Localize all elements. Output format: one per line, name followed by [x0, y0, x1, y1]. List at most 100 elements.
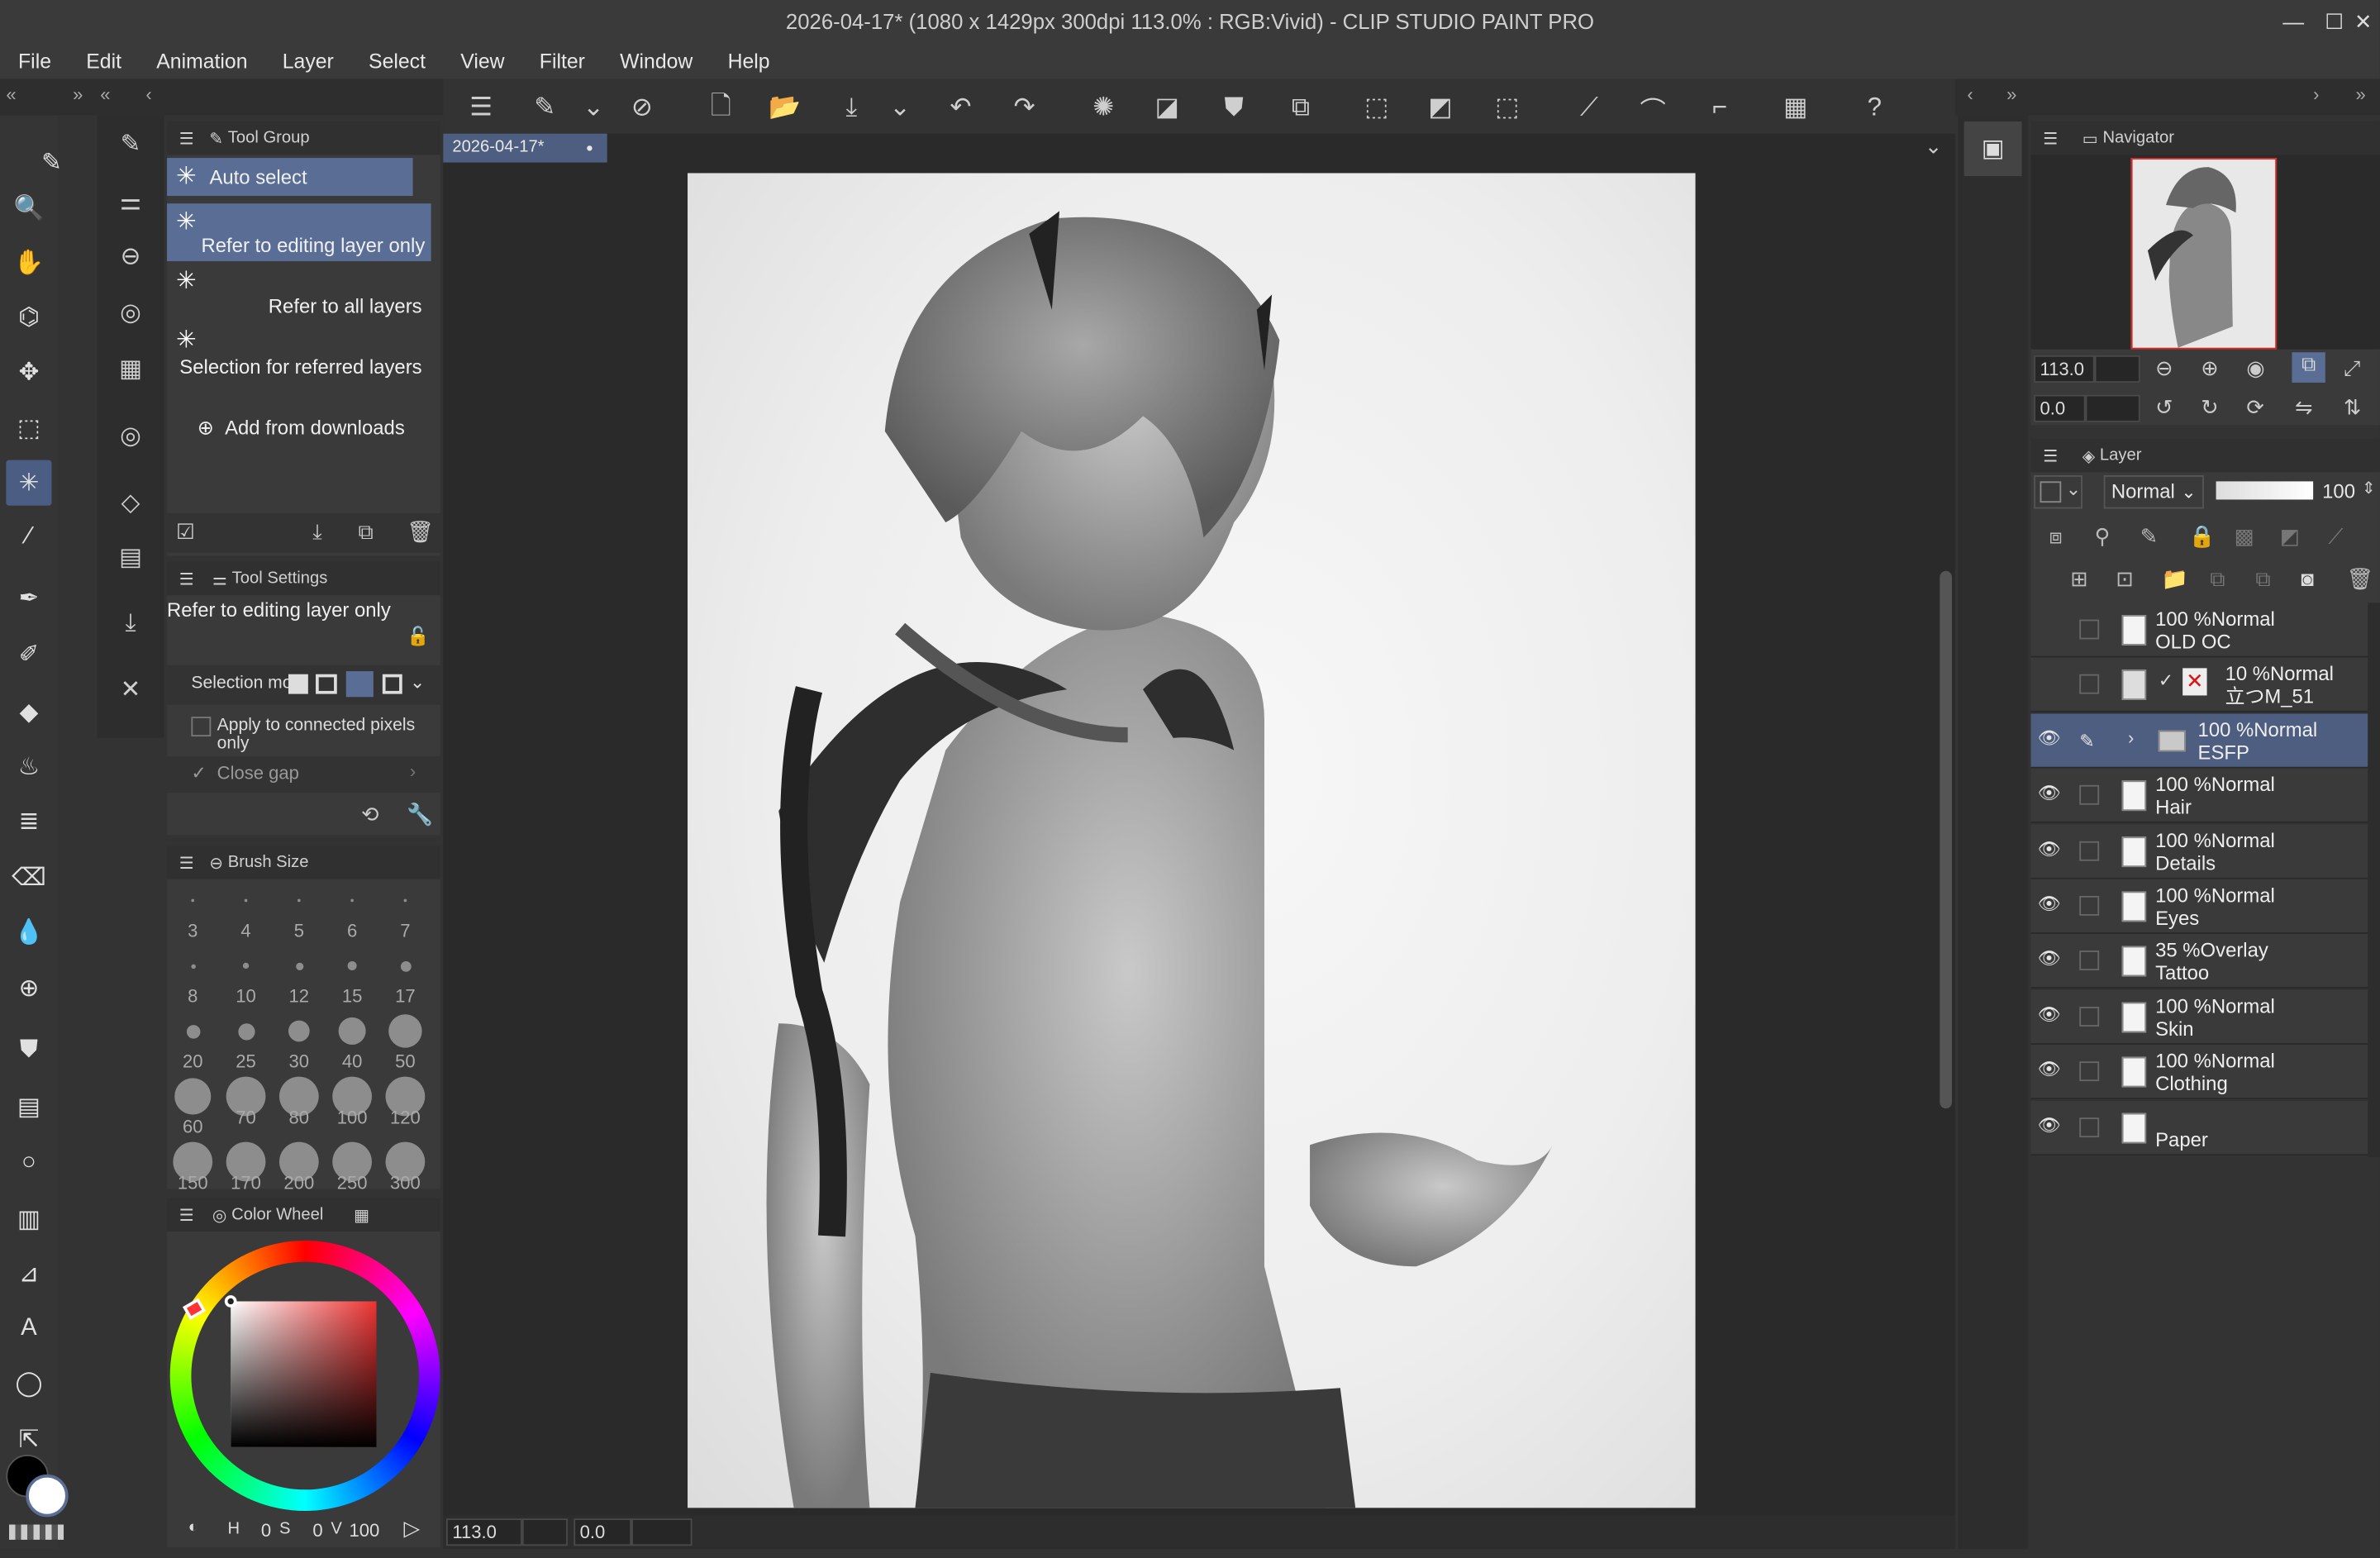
tool-property-icon[interactable]: ✎: [528, 91, 561, 124]
subtool-refer-all[interactable]: Refer to all layers: [167, 264, 434, 322]
hand-icon[interactable]: ✋: [6, 240, 51, 285]
sub-tool-settings-icon[interactable]: ⚌: [107, 179, 153, 225]
collapse-icon[interactable]: «: [100, 83, 110, 105]
blend-icon[interactable]: 💧: [6, 909, 51, 955]
subtool-auto-select[interactable]: Auto select: [167, 158, 413, 196]
chevron-right-icon[interactable]: ›: [410, 760, 416, 782]
sub-tool-layer-property-icon[interactable]: ▤: [107, 535, 153, 580]
subtool-refer-editing[interactable]: Refer to editing layer only: [167, 203, 431, 261]
refresh-icon[interactable]: ⊘: [626, 91, 659, 124]
color-slider-tab-icon[interactable]: ▦: [354, 1205, 369, 1225]
brush-size-4[interactable]: 4: [220, 881, 271, 941]
trash-icon[interactable]: 🗑: [2347, 566, 2374, 592]
sub-tool-color-wheel-icon[interactable]: ◎: [107, 290, 153, 336]
blend-mode-select[interactable]: Normal ⌄: [2103, 475, 2204, 509]
vertical-scrollbar[interactable]: [1940, 570, 1952, 1109]
brush-size-10[interactable]: 10: [220, 946, 271, 1007]
brush-size-40[interactable]: 40: [326, 1012, 378, 1072]
fill-selection-icon[interactable]: ◪: [1150, 91, 1183, 124]
new-selection-icon[interactable]: [288, 674, 308, 694]
opacity-value[interactable]: 100: [2322, 480, 2355, 503]
copy-icon[interactable]: ⧉: [358, 519, 373, 545]
wrench-icon[interactable]: 🔧: [407, 802, 433, 827]
layer-row[interactable]: 100 %Normal OLD OC: [2030, 603, 2368, 658]
fill-icon[interactable]: ⛊: [1217, 91, 1250, 124]
expand-selection-icon[interactable]: ⬚: [1491, 91, 1524, 124]
brush-size-250[interactable]: 250: [326, 1141, 378, 1203]
undo-icon[interactable]: ↶: [944, 91, 977, 124]
gradient-icon[interactable]: ▤: [6, 1084, 51, 1130]
figure-icon[interactable]: ○: [6, 1141, 51, 1186]
sub-tool-material-icon[interactable]: ▦: [107, 346, 153, 392]
snap-ruler-icon[interactable]: ⟋: [1573, 91, 1606, 124]
flip-horizontal-icon[interactable]: ⇋: [2295, 395, 2313, 421]
lasso-selection-icon[interactable]: ⬚: [6, 406, 51, 451]
sub-color-swatch[interactable]: [26, 1474, 69, 1518]
zoom-icon[interactable]: 🔍: [6, 185, 51, 231]
navigator-zoom-slider[interactable]: [2094, 355, 2140, 383]
folder-expand-icon[interactable]: ›: [2128, 727, 2134, 749]
new-vector-layer-icon[interactable]: ⊡: [2116, 566, 2134, 592]
sub-tool-download-icon[interactable]: ⤓: [107, 602, 153, 647]
snap-grid-icon[interactable]: ⌐: [1703, 91, 1736, 124]
eraser-icon[interactable]: ⌫: [6, 855, 51, 900]
menu-filter[interactable]: Filter: [521, 50, 602, 73]
rotation-field[interactable]: 0.0: [574, 1518, 632, 1546]
3d-camera-icon[interactable]: ⌬: [6, 294, 51, 340]
visibility-eye-icon[interactable]: 👁: [2037, 727, 2061, 751]
layer-row[interactable]: ✓ ✕ 10 %Normal 立つM_51: [2030, 658, 2368, 713]
collapse-left-icon[interactable]: «: [6, 83, 16, 105]
rotate-right-icon[interactable]: ↻: [2201, 395, 2219, 421]
menu-layer[interactable]: Layer: [264, 50, 350, 73]
new-folder-icon[interactable]: 📁: [2161, 566, 2187, 592]
brush-size-7[interactable]: 7: [379, 881, 431, 941]
visibility-eye-icon[interactable]: [2037, 617, 2061, 641]
lock-transparent-icon[interactable]: ▩: [2235, 524, 2254, 550]
visibility-eye-icon[interactable]: 👁: [2037, 1114, 2061, 1138]
move-icon[interactable]: ✥: [6, 350, 51, 395]
layer-row[interactable]: 👁 100 %Normal Eyes: [2030, 879, 2368, 934]
menu-animation[interactable]: Animation: [138, 50, 264, 73]
sub-tool-close-icon[interactable]: ✕: [107, 667, 153, 712]
transform-icon[interactable]: ⧉: [1284, 91, 1317, 124]
lock-icon[interactable]: 🔓: [407, 626, 429, 647]
menu-view[interactable]: View: [442, 50, 521, 73]
redo-icon[interactable]: ↷: [1008, 91, 1041, 124]
layer-select-checkbox[interactable]: [2079, 674, 2100, 695]
expand-icon[interactable]: »: [2006, 83, 2016, 105]
check-icon[interactable]: ✓: [191, 762, 206, 784]
layer-property-icon[interactable]: ▣: [1963, 121, 2022, 177]
rotation-slider[interactable]: [631, 1518, 693, 1546]
navigator-rotation-slider[interactable]: [2085, 394, 2140, 422]
reference-layer-icon[interactable]: ⚲: [2095, 524, 2111, 550]
brush-size-15[interactable]: 15: [326, 946, 378, 1007]
pen-active-icon[interactable]: ✎: [36, 140, 67, 185]
trash-icon[interactable]: 🗑: [407, 519, 434, 545]
saturation-value-square[interactable]: [231, 1301, 377, 1447]
brush-size-150[interactable]: 150: [167, 1141, 218, 1203]
zoom-in-icon[interactable]: ⊕: [2201, 355, 2219, 381]
subtool-selection-referred[interactable]: Selection for referred layers: [167, 325, 434, 383]
download-icon[interactable]: ⤓: [312, 519, 321, 545]
layer-select-checkbox[interactable]: [2079, 1117, 2100, 1137]
expand-icon[interactable]: »: [73, 83, 83, 105]
fit-navigator-icon[interactable]: ⤢: [2344, 355, 2361, 381]
balloon-icon[interactable]: ◯: [6, 1360, 51, 1406]
brush-size-17[interactable]: 17: [379, 946, 431, 1007]
brush-size-50[interactable]: 50: [379, 1012, 431, 1072]
snap-special-ruler-icon[interactable]: ⌒: [1636, 91, 1669, 126]
layer-select-checkbox[interactable]: [2079, 785, 2100, 806]
draft-layer-icon[interactable]: ✎: [2140, 524, 2159, 550]
layer-select-checkbox[interactable]: [2079, 895, 2100, 916]
chevron-down-icon[interactable]: ⌄: [1925, 134, 1943, 160]
fill-icon[interactable]: ⛊: [6, 1028, 51, 1074]
apply-connected-checkbox[interactable]: [191, 717, 212, 737]
brush-size-80[interactable]: 80: [274, 1076, 325, 1137]
visibility-eye-icon[interactable]: 👁: [2037, 893, 2061, 917]
layer-select-checkbox[interactable]: [2079, 951, 2100, 971]
visibility-eye-icon[interactable]: 👁: [2037, 837, 2061, 861]
close-tab-icon[interactable]: ●: [586, 134, 593, 163]
layer-select-checkbox[interactable]: ✎: [2079, 730, 2099, 751]
close-button[interactable]: ✕: [2347, 0, 2380, 42]
ruler-icon[interactable]: ⊿: [6, 1251, 51, 1297]
